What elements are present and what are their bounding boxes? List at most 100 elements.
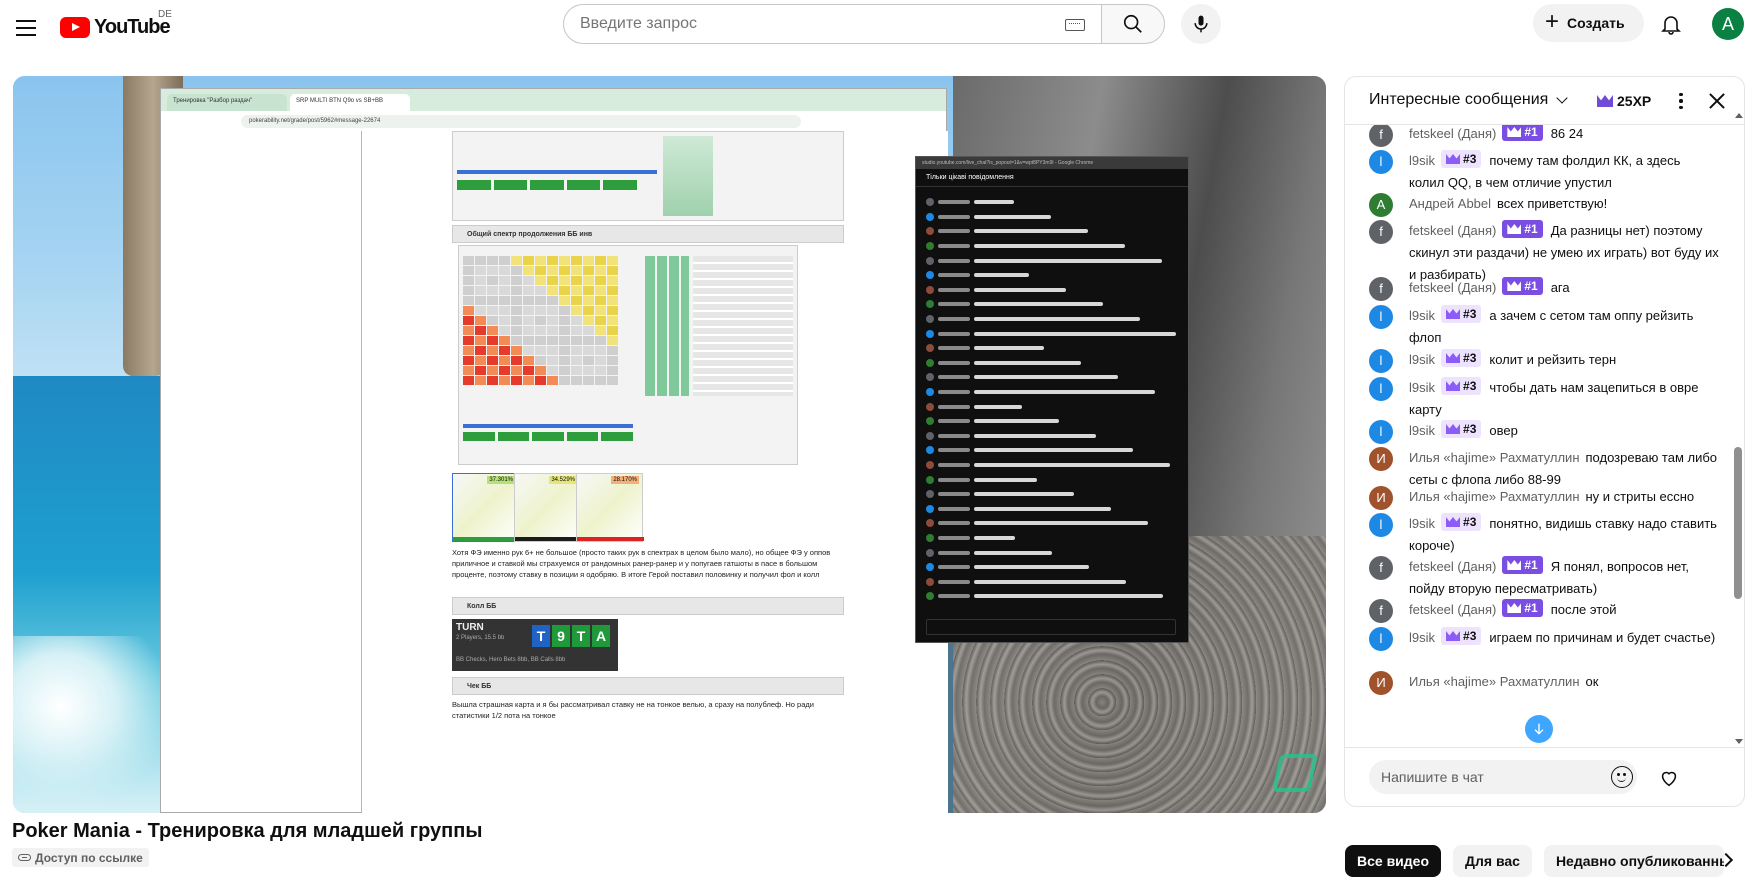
leaderboard-badge[interactable]: #1 [1502, 125, 1543, 141]
message-author[interactable]: Андрей Abbel [1409, 196, 1491, 211]
message-author[interactable]: l9sik [1409, 630, 1435, 645]
leaderboard-badge[interactable]: #3 [1441, 420, 1482, 438]
chat-message[interactable]: l l9sik #3 а зачем с сетом там оппу рейзить… [1369, 305, 1719, 349]
author-avatar[interactable]: l [1369, 377, 1393, 401]
message-author[interactable]: fetskeel (Даня) [1409, 126, 1496, 141]
xp-badge[interactable]: 25XP [1597, 89, 1651, 113]
chat-message[interactable]: И Илья «hajime» Рахматуллин подозреваю там… [1369, 447, 1719, 491]
chat-mode-dropdown[interactable]: Интересные сообщения [1369, 91, 1568, 109]
leaderboard-badge[interactable]: #1 [1502, 599, 1543, 617]
range-cell [583, 296, 594, 305]
chat-message[interactable]: l l9sik #3 колит и рейзить терн [1369, 349, 1719, 373]
popout-message-line [926, 443, 1176, 458]
voice-search-button[interactable] [1181, 4, 1221, 44]
search-button[interactable] [1101, 4, 1165, 44]
author-avatar[interactable]: l [1369, 150, 1393, 174]
range-cell [559, 336, 570, 345]
chat-message[interactable]: l l9sik #3 почему там фолдил КК, а здесь ко… [1369, 150, 1719, 194]
jump-to-bottom-button[interactable] [1525, 715, 1553, 743]
chat-message[interactable]: f fetskeel (Даня) #1 86 24 [1369, 125, 1719, 147]
chat-message[interactable]: f fetskeel (Даня) #1 ага [1369, 277, 1719, 301]
scroll-down-arrow[interactable] [1735, 739, 1743, 744]
author-avatar[interactable]: f [1369, 125, 1393, 147]
keyboard-icon[interactable] [1065, 19, 1085, 31]
message-author[interactable]: l9sik [1409, 516, 1435, 531]
popout-message-line [926, 574, 1176, 589]
author-avatar[interactable]: И [1369, 486, 1393, 510]
chat-message[interactable]: f fetskeel (Даня) #1 после этой [1369, 599, 1719, 623]
message-content: Илья «hajime» Рахматуллин подозреваю там … [1409, 447, 1719, 491]
message-author[interactable]: fetskeel (Даня) [1409, 280, 1496, 295]
message-text: ага [1550, 280, 1570, 295]
notifications-button[interactable] [1655, 8, 1687, 40]
author-avatar[interactable]: l [1369, 349, 1393, 373]
filter-chip[interactable]: Все видео [1345, 845, 1442, 877]
leaderboard-badge[interactable]: #3 [1441, 513, 1482, 531]
range-cell [559, 356, 570, 365]
author-avatar[interactable]: A [1369, 193, 1393, 217]
message-author[interactable]: l9sik [1409, 308, 1435, 323]
chat-message[interactable]: l l9sik #3 играем по причинам и будет счаст… [1369, 627, 1719, 651]
leaderboard-badge[interactable]: #3 [1441, 150, 1482, 168]
message-text: колит и рейзить терн [1489, 352, 1617, 367]
chat-message[interactable]: A Андрей Abbel всех приветствую! [1369, 193, 1719, 217]
emoji-icon[interactable] [1611, 766, 1633, 788]
author-avatar[interactable]: f [1369, 556, 1393, 580]
message-author[interactable]: fetskeel (Даня) [1409, 223, 1496, 238]
youtube-logo[interactable]: YouTube DE [60, 9, 172, 42]
author-avatar[interactable]: И [1369, 671, 1393, 695]
chat-message[interactable]: И Илья «hajime» Рахматуллин ок [1369, 671, 1719, 695]
menu-icon[interactable] [13, 14, 41, 42]
message-author[interactable]: fetskeel (Даня) [1409, 602, 1496, 617]
video-player[interactable]: Тренировка "Разбор раздач" SRP MULTI BTN… [13, 76, 1326, 813]
author-avatar[interactable]: И [1369, 447, 1393, 471]
leaderboard-badge[interactable]: #1 [1502, 277, 1543, 295]
author-avatar[interactable]: l [1369, 305, 1393, 329]
account-avatar[interactable]: A [1712, 8, 1744, 40]
message-author[interactable]: l9sik [1409, 153, 1435, 168]
leaderboard-badge[interactable]: #3 [1441, 305, 1482, 323]
leaderboard-badge[interactable]: #3 [1441, 349, 1482, 367]
chips-next-icon[interactable] [1718, 850, 1738, 870]
author-avatar[interactable]: l [1369, 513, 1393, 537]
more-options-icon[interactable] [1669, 89, 1693, 113]
range-panel-top [452, 131, 844, 221]
chat-messages[interactable]: f fetskeel (Даня) #1 86 24 l l9sik #3 почему та… [1345, 125, 1744, 747]
chat-scrollbar-thumb[interactable] [1734, 447, 1742, 599]
search-input[interactable] [580, 15, 1040, 33]
message-author[interactable]: Илья «hajime» Рахматуллин [1409, 489, 1580, 504]
leaderboard-badge[interactable]: #3 [1441, 627, 1482, 645]
heart-button[interactable] [1651, 760, 1687, 796]
chat-message[interactable]: l l9sik #3 понятно, видишь ставку надо став… [1369, 513, 1719, 557]
author-avatar[interactable]: f [1369, 599, 1393, 623]
message-author[interactable]: Илья «hajime» Рахматуллин [1409, 674, 1580, 689]
message-author[interactable]: l9sik [1409, 380, 1435, 395]
author-avatar[interactable]: f [1369, 220, 1393, 244]
chat-message[interactable]: И Илья «hajime» Рахматуллин ну и стриты ес… [1369, 486, 1719, 510]
author-avatar[interactable]: l [1369, 627, 1393, 651]
author-avatar[interactable]: f [1369, 277, 1393, 301]
chat-message[interactable]: l l9sik #3 овер [1369, 420, 1719, 444]
chat-message[interactable]: l l9sik #3 чтобы дать нам зацепиться в овре… [1369, 377, 1719, 421]
chat-input[interactable] [1369, 760, 1637, 794]
range-cell [511, 326, 522, 335]
chat-message[interactable]: f fetskeel (Даня) #1 Я понял, вопросов нет,… [1369, 556, 1719, 600]
close-chat-icon[interactable] [1705, 89, 1729, 113]
filter-chip[interactable]: Для вас [1453, 845, 1532, 877]
range-cell [607, 346, 618, 355]
range-cell [559, 376, 570, 385]
scroll-up-arrow[interactable] [1735, 113, 1743, 118]
author-avatar[interactable]: l [1369, 420, 1393, 444]
create-button[interactable]: + Создать [1533, 4, 1644, 42]
filter-chip[interactable]: Недавно опубликованные [1543, 845, 1724, 877]
leaderboard-badge[interactable]: #1 [1502, 556, 1543, 574]
leaderboard-badge[interactable]: #3 [1441, 377, 1482, 395]
xp-value: 25XP [1617, 93, 1652, 109]
message-author[interactable]: Илья «hajime» Рахматуллин [1409, 450, 1580, 465]
message-author[interactable]: l9sik [1409, 352, 1435, 367]
leaderboard-badge[interactable]: #1 [1502, 220, 1543, 238]
board-card: T [572, 625, 590, 647]
message-author[interactable]: fetskeel (Даня) [1409, 559, 1496, 574]
range-cell [583, 306, 594, 315]
message-author[interactable]: l9sik [1409, 423, 1435, 438]
